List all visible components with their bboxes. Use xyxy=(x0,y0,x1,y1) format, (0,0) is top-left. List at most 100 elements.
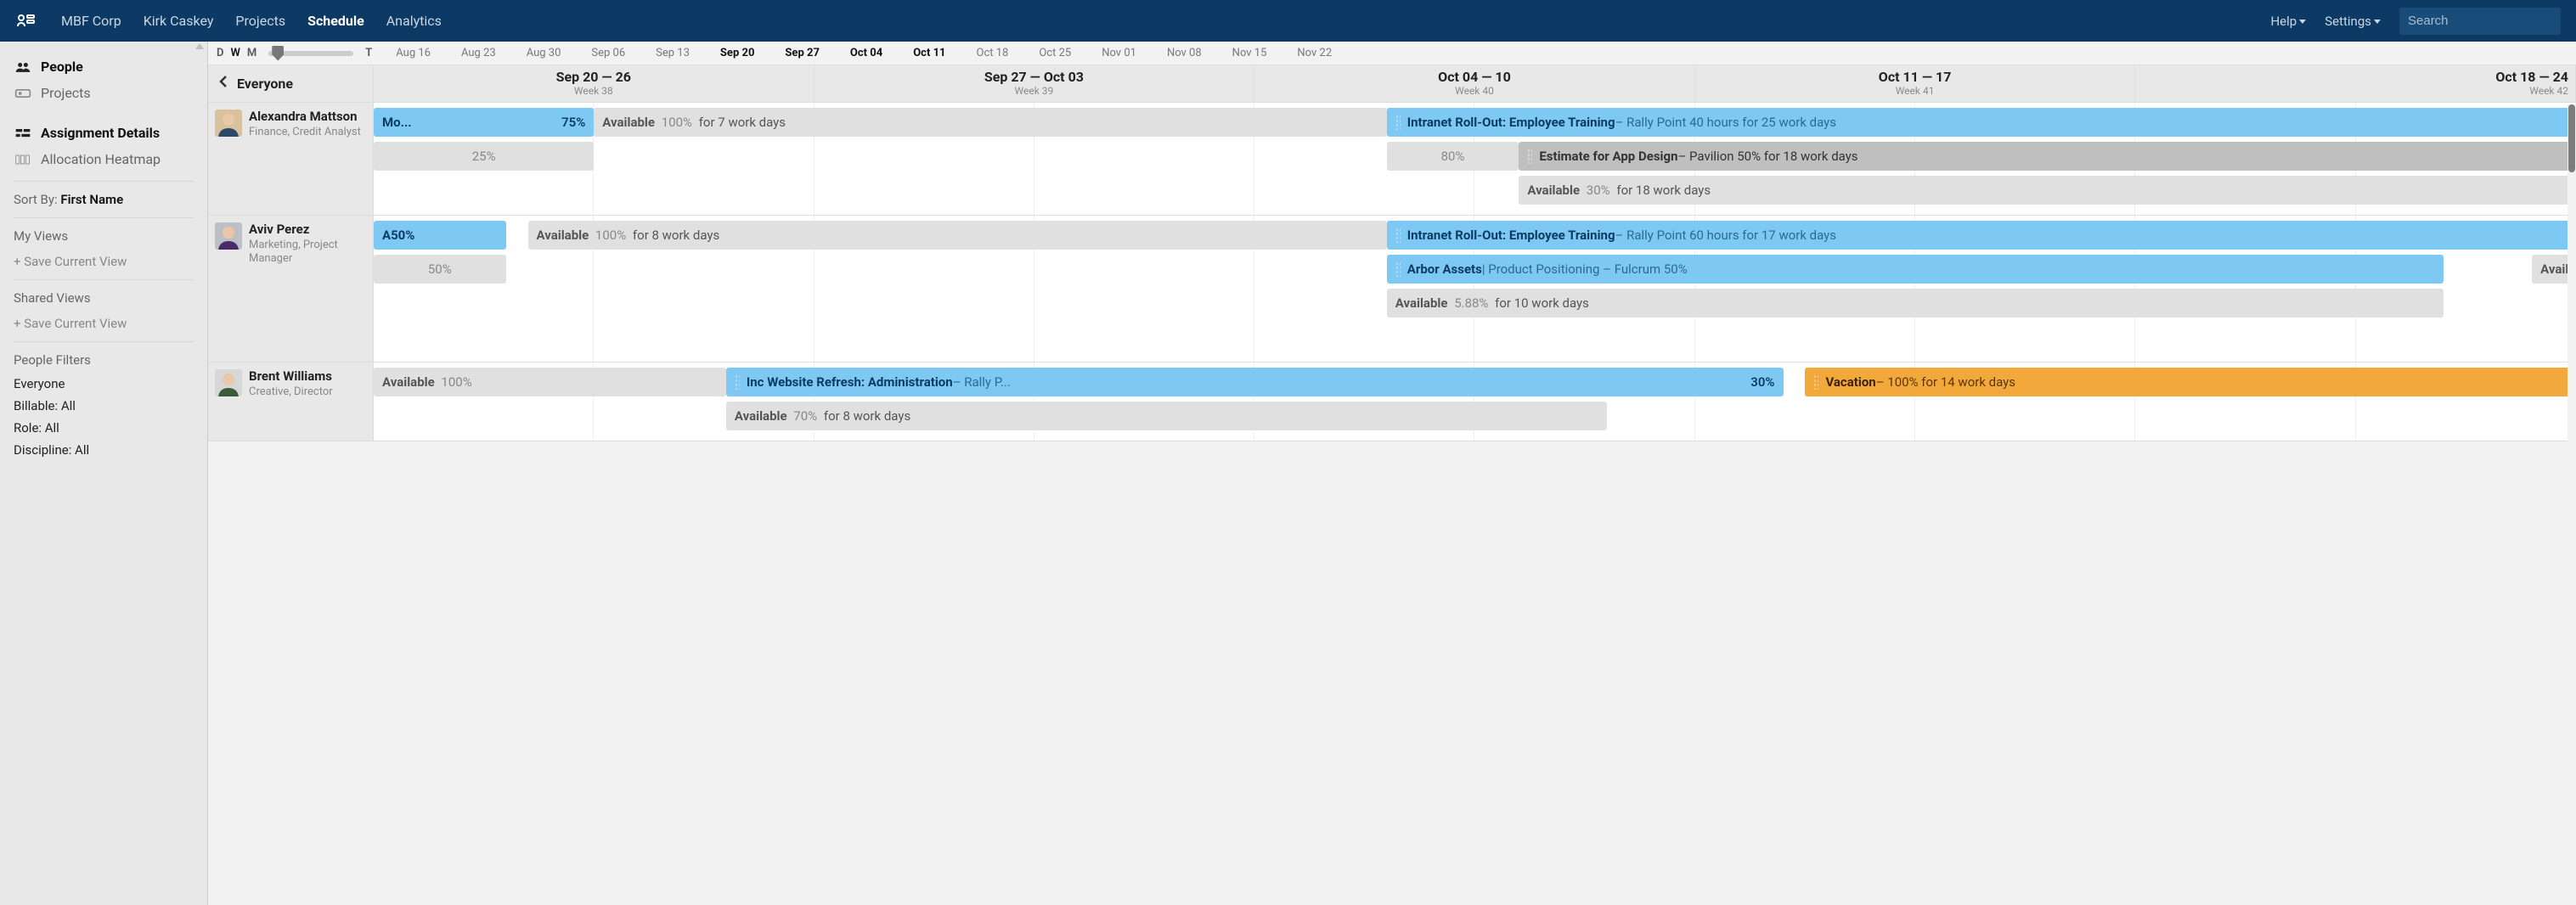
drag-handle-icon[interactable] xyxy=(1395,261,1401,277)
save-current-view-button[interactable]: + Save Current View xyxy=(0,249,207,274)
bar-percent: 100% xyxy=(592,228,629,243)
nav-projects[interactable]: Projects xyxy=(235,13,285,29)
person-cell[interactable]: Alexandra Mattson Finance, Credit Analys… xyxy=(208,103,374,215)
assignment-bar[interactable]: Estimate for App Design – Pavilion 50% f… xyxy=(1519,142,2576,171)
person-cell[interactable]: Brent Williams Creative, Director xyxy=(208,363,374,441)
sort-by[interactable]: Sort By: First Name xyxy=(0,187,207,212)
sidebar-item-projects[interactable]: Projects xyxy=(0,80,207,106)
shared-views-header: Shared Views xyxy=(0,285,207,311)
assignment-bar[interactable]: A50% xyxy=(374,221,506,250)
bar-title: Inc Website Refresh: Administration xyxy=(747,374,953,390)
sidebar: People Projects Assignment Details Al xyxy=(0,42,208,905)
bar-subtitle: – Rally P... xyxy=(953,374,1011,390)
mini-date[interactable]: Aug 16 xyxy=(396,47,431,59)
bar-subtitle: – Rally Point 60 hours for 17 work days xyxy=(1615,228,1837,243)
nav-schedule[interactable]: Schedule xyxy=(307,13,364,29)
save-current-view-button-2[interactable]: + Save Current View xyxy=(0,311,207,336)
people-header: Everyone xyxy=(208,65,374,102)
mini-timeline: D W M T Aug 16 Aug 23 Aug 30 Sep 06 Sep 13 Se… xyxy=(208,42,2576,65)
mini-date[interactable]: Sep 20 xyxy=(720,47,755,59)
week-header[interactable]: Sep 20 — 26Week 38 xyxy=(374,65,815,102)
availability-bar[interactable]: Available 100% xyxy=(374,368,726,396)
nav-analytics[interactable]: Analytics xyxy=(386,13,442,29)
week-header[interactable]: Oct 04 — 10Week 40 xyxy=(1254,65,1695,102)
person-name: Brent Williams xyxy=(249,369,333,384)
back-chevron-icon[interactable] xyxy=(218,75,228,93)
bar-percent: 80% xyxy=(1441,149,1465,164)
search-input[interactable] xyxy=(2399,8,2561,35)
availability-bar[interactable]: 80% xyxy=(1387,142,1519,171)
availability-bar[interactable]: Available 100% for 7 work days xyxy=(594,108,1386,137)
sidebar-item-label: Assignment Details xyxy=(41,125,160,141)
mini-date[interactable]: Nov 22 xyxy=(1297,47,1332,59)
drag-handle-icon[interactable] xyxy=(1813,374,1818,390)
mini-date[interactable]: Oct 18 xyxy=(977,47,1009,59)
zoom-month[interactable]: M xyxy=(247,47,256,59)
assignment-bar[interactable]: Inc Website Refresh: Administration – Ra… xyxy=(726,368,1784,396)
mini-date[interactable]: Aug 30 xyxy=(527,47,561,59)
mini-date[interactable]: Nov 08 xyxy=(1167,47,1202,59)
drag-handle-icon[interactable] xyxy=(1395,115,1401,130)
filter-discipline[interactable]: Discipline: All xyxy=(0,439,207,461)
assignment-bar[interactable]: Mo...75% xyxy=(374,108,594,137)
person-role: Creative, Director xyxy=(249,385,333,399)
week-header[interactable]: Oct 11 — 17Week 41 xyxy=(1695,65,2136,102)
assignment-bar[interactable]: Vacation – 100% for 14 work days xyxy=(1805,368,2576,396)
nav-user[interactable]: Kirk Caskey xyxy=(144,13,214,29)
availability-bar[interactable]: Available 30% for 18 work days xyxy=(1519,176,2576,205)
nav-help[interactable]: Help xyxy=(2270,14,2306,29)
week-header[interactable]: Sep 27 — Oct 03Week 39 xyxy=(815,65,1255,102)
assignment-bar[interactable]: Intranet Roll-Out: Employee Training – R… xyxy=(1387,108,2576,137)
zoom-day[interactable]: D xyxy=(217,47,223,59)
mini-date[interactable]: Aug 23 xyxy=(461,47,496,59)
availability-bar[interactable]: Available 5.88% for 10 work days xyxy=(1387,289,2444,318)
mini-date[interactable]: Oct 25 xyxy=(1039,47,1071,59)
app-logo-icon[interactable] xyxy=(15,11,36,31)
mini-date[interactable]: Sep 27 xyxy=(785,47,820,59)
availability-bar[interactable]: Available 100% for 8 work days xyxy=(528,221,1387,250)
drag-handle-icon[interactable] xyxy=(1395,228,1401,243)
bar-title: Intranet Roll-Out: Employee Training xyxy=(1407,115,1615,130)
drag-handle-icon[interactable] xyxy=(735,374,740,390)
sidebar-item-assignment-details[interactable]: Assignment Details xyxy=(0,120,207,146)
zoom-slider-handle[interactable] xyxy=(272,46,284,61)
bar-title: Estimate for App Design xyxy=(1539,149,1677,164)
scrollbar-thumb[interactable] xyxy=(2568,104,2575,172)
lane: 50% Arbor Assets | Product Positioning – … xyxy=(374,255,2576,284)
zoom-today[interactable]: T xyxy=(365,47,372,59)
assignment-bar[interactable]: Arbor Assets | Product Positioning – Ful… xyxy=(1387,255,2444,284)
bar-percent: 100% xyxy=(438,374,476,390)
nav-settings[interactable]: Settings xyxy=(2325,14,2381,29)
mini-date[interactable]: Oct 04 xyxy=(850,47,882,59)
sidebar-item-allocation-heatmap[interactable]: Allocation Heatmap xyxy=(0,146,207,172)
zoom-week[interactable]: W xyxy=(230,47,240,59)
mini-date[interactable]: Nov 01 xyxy=(1102,47,1136,59)
people-scope-title[interactable]: Everyone xyxy=(237,76,293,92)
sidebar-collapse-icon[interactable] xyxy=(195,43,204,49)
availability-bar[interactable]: 25% xyxy=(374,142,594,171)
bar-subtitle: – Rally Point 40 hours for 25 work days xyxy=(1615,115,1837,130)
bar-title: Vacation xyxy=(1825,374,1875,390)
mini-date[interactable]: Sep 13 xyxy=(656,47,690,59)
lane-area: A50% Available 100% for 8 work daysIntran… xyxy=(374,216,2576,362)
filter-role[interactable]: Role: All xyxy=(0,417,207,439)
drag-handle-icon[interactable] xyxy=(1527,149,1532,164)
nav-org[interactable]: MBF Corp xyxy=(61,13,121,29)
availability-bar[interactable]: Available 70% for 8 work days xyxy=(726,402,1607,430)
availability-bar[interactable]: 50% xyxy=(374,255,506,284)
top-nav: MBF Corp Kirk Caskey Projects Schedule A… xyxy=(0,0,2576,42)
mini-date[interactable]: Oct 11 xyxy=(913,47,945,59)
filter-everyone[interactable]: Everyone xyxy=(0,373,207,395)
mini-date[interactable]: Sep 06 xyxy=(591,47,625,59)
mini-date[interactable]: Nov 15 xyxy=(1232,47,1267,59)
zoom-slider[interactable] xyxy=(268,51,353,56)
bar-subtitle: for 8 work days xyxy=(824,408,910,424)
week-header[interactable]: Oct 18 — 24Week 42 xyxy=(2135,65,2576,102)
person-name: Aviv Perez xyxy=(249,222,364,237)
filter-billable[interactable]: Billable: All xyxy=(0,395,207,417)
vertical-scrollbar[interactable] xyxy=(2568,104,2576,905)
assignment-bar[interactable]: Intranet Roll-Out: Employee Training – R… xyxy=(1387,221,2576,250)
chevron-down-icon xyxy=(2374,20,2381,24)
sidebar-item-people[interactable]: People xyxy=(0,53,207,80)
person-cell[interactable]: Aviv Perez Marketing, Project Manager xyxy=(208,216,374,362)
